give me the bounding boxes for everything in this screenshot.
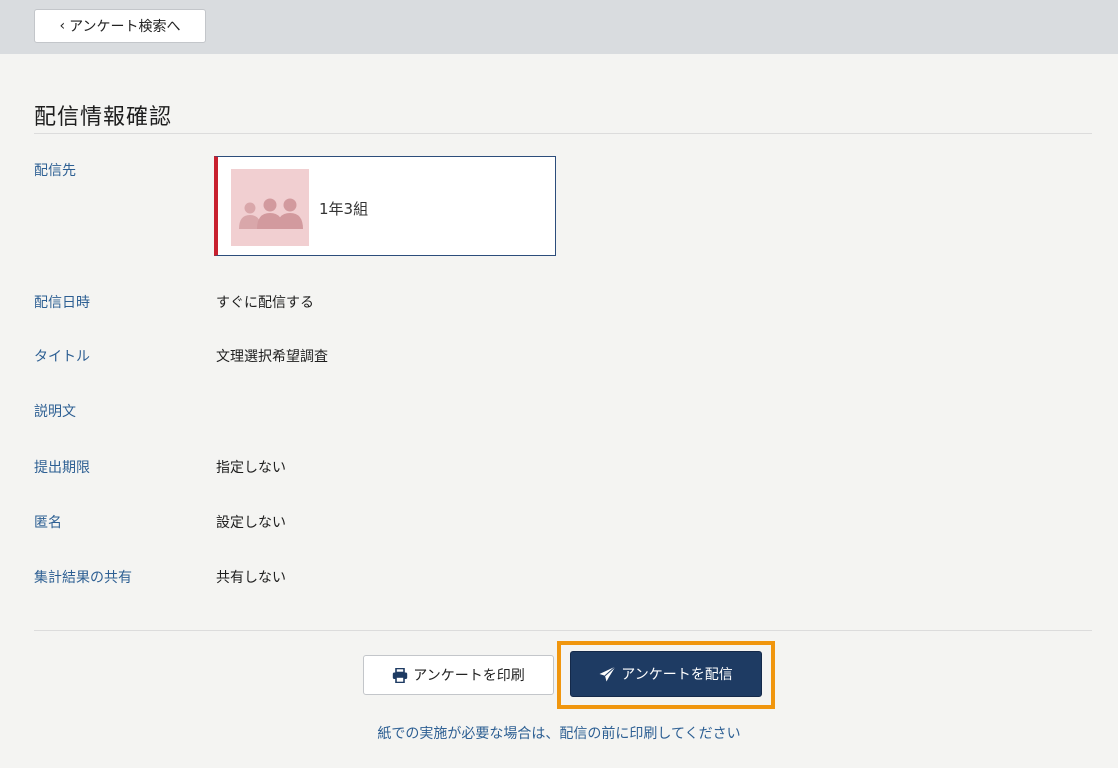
anonymous-label: 匿名 xyxy=(34,515,62,531)
footer-divider xyxy=(34,630,1092,631)
print-note: 紙での実施が必要な場合は、配信の前に印刷してください xyxy=(377,726,741,742)
result-sharing-label: 集計結果の共有 xyxy=(34,570,132,586)
back-to-survey-search-button[interactable]: ‹ アンケート検索へ xyxy=(34,9,206,43)
survey-title-value: 文理選択希望調査 xyxy=(216,349,328,365)
top-bar: ‹ アンケート検索へ xyxy=(0,0,1118,54)
page-title: 配信情報確認 xyxy=(34,105,173,130)
anonymous-value: 設定しない xyxy=(216,515,286,531)
destination-card: 1年3組 xyxy=(214,156,556,256)
send-button-label: アンケートを配信 xyxy=(621,667,733,683)
destination-label: 配信先 xyxy=(34,163,76,179)
printer-icon xyxy=(393,667,408,683)
send-datetime-value: すぐに配信する xyxy=(216,295,314,311)
survey-title-label: タイトル xyxy=(34,349,90,365)
paper-plane-icon xyxy=(599,666,617,682)
deadline-label: 提出期限 xyxy=(34,460,90,476)
deadline-value: 指定しない xyxy=(216,460,286,476)
destination-name: 1年3組 xyxy=(319,200,369,218)
send-datetime-label: 配信日時 xyxy=(34,295,90,311)
result-sharing-value: 共有しない xyxy=(216,570,286,586)
print-survey-button[interactable]: アンケートを印刷 xyxy=(363,655,554,695)
back-button-label: アンケート検索へ xyxy=(69,19,181,35)
title-divider xyxy=(34,133,1092,134)
send-survey-button[interactable]: アンケートを配信 xyxy=(570,651,762,697)
chevron-left-icon: ‹ xyxy=(59,18,66,34)
print-button-label: アンケートを印刷 xyxy=(413,668,525,684)
description-label: 説明文 xyxy=(34,404,76,420)
group-people-icon xyxy=(231,169,309,246)
